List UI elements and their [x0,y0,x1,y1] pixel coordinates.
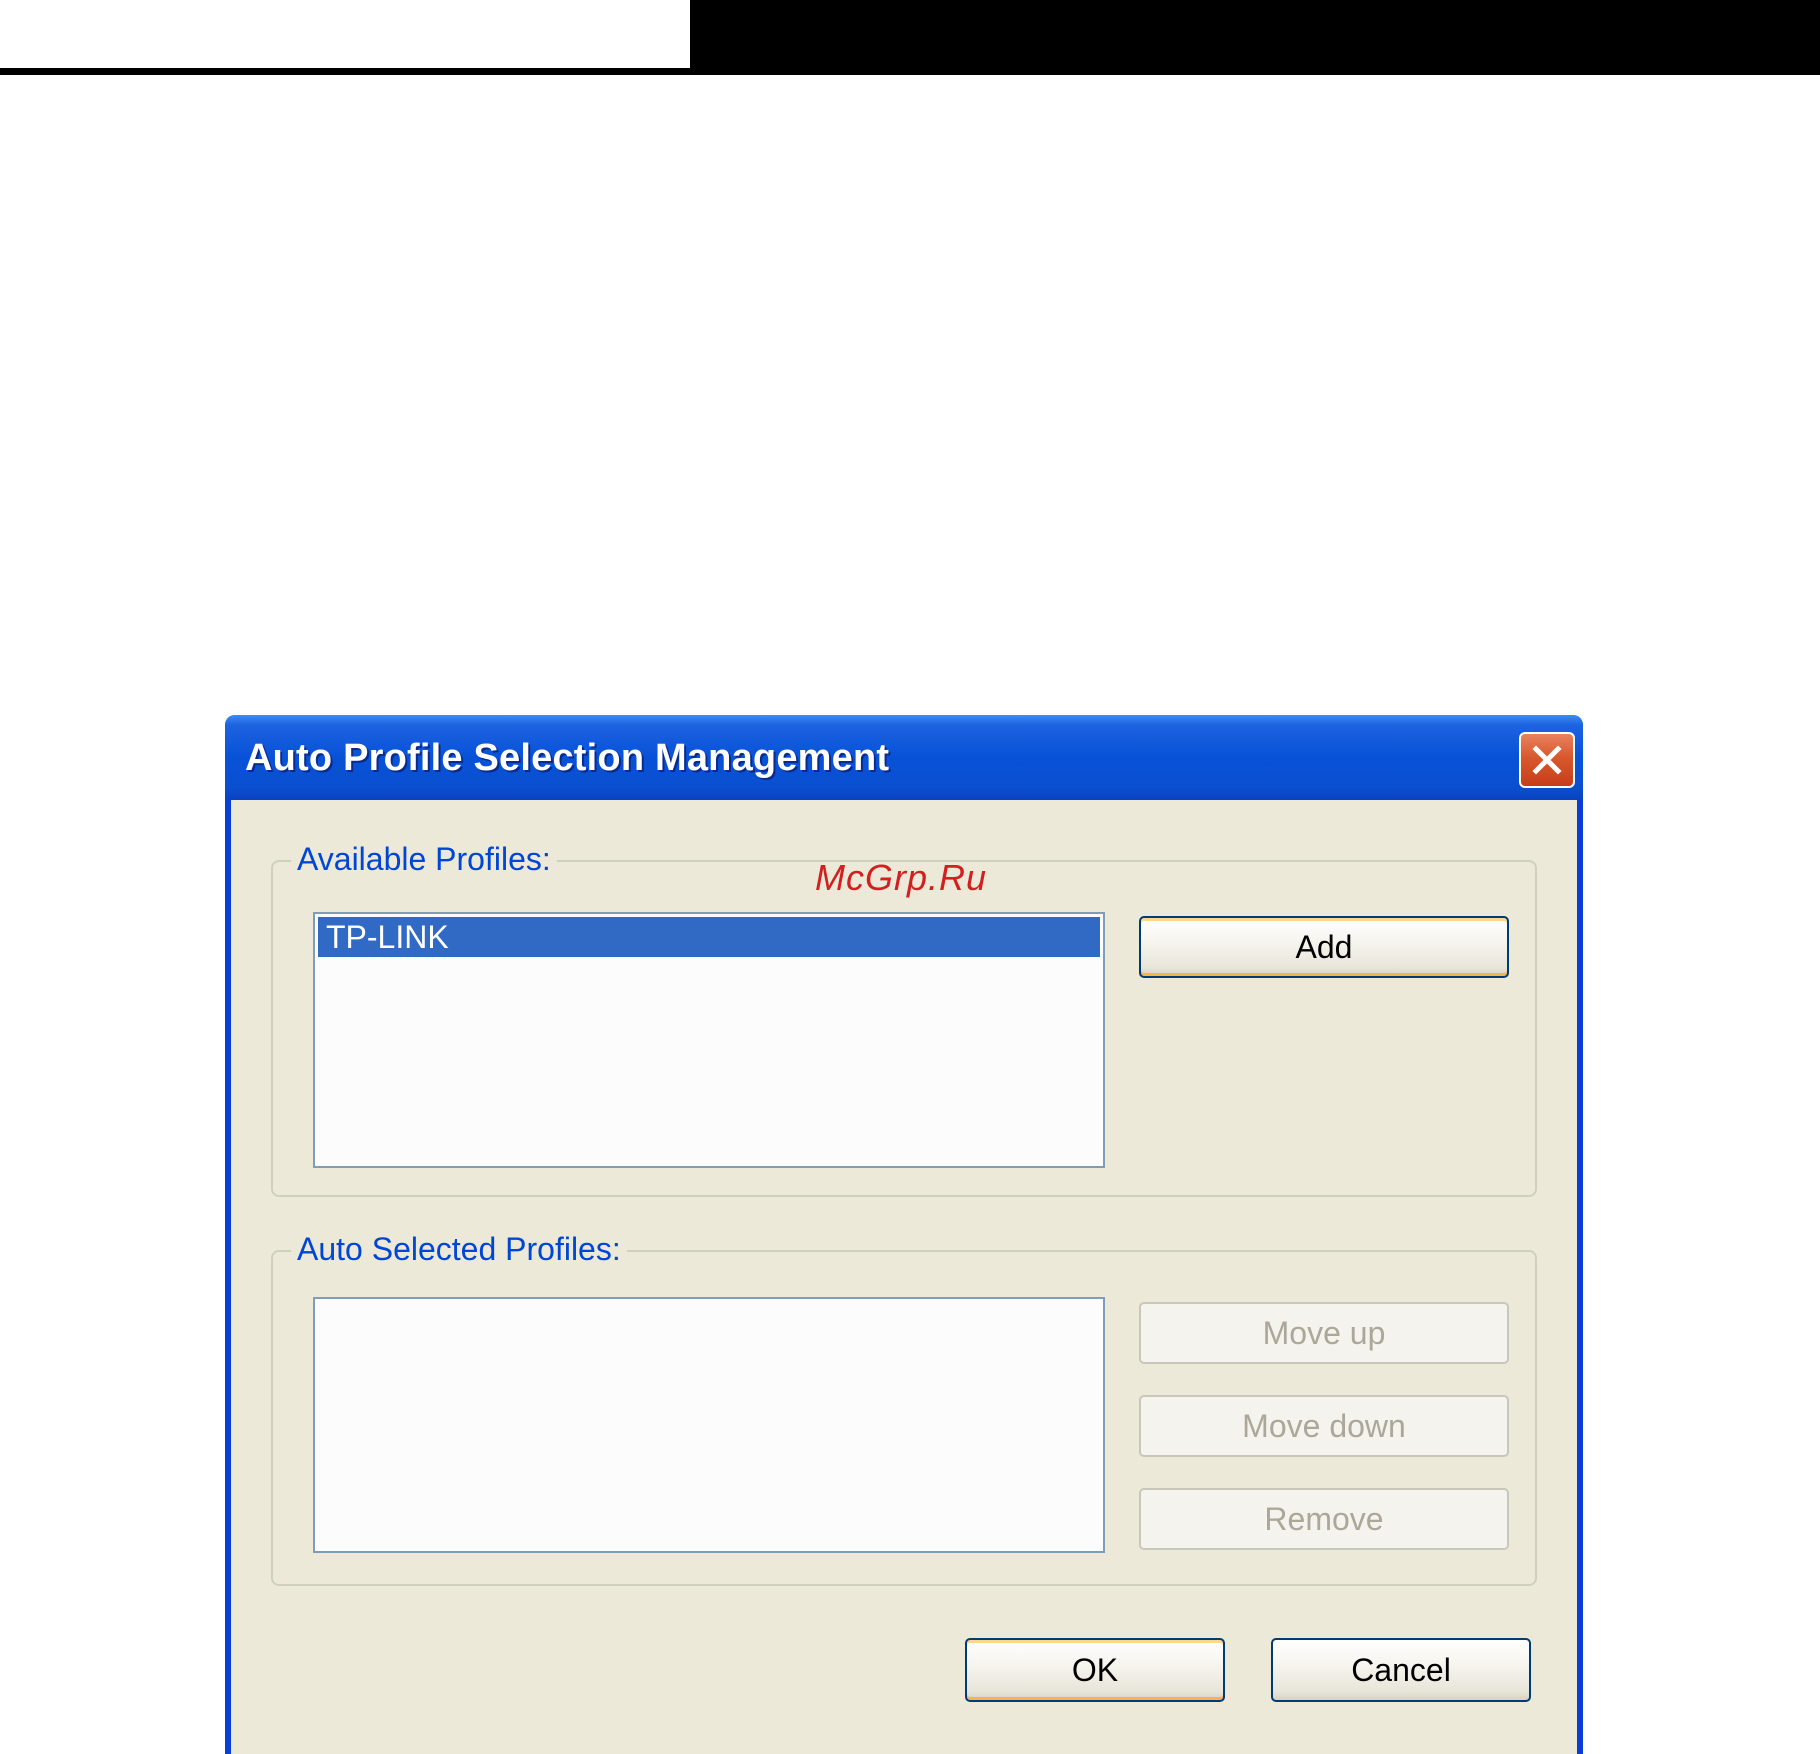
move-down-button[interactable]: Move down [1139,1395,1509,1457]
dialog-client-area: Available Profiles: TP-LINK Add Auto Sel… [231,800,1577,1754]
header-black-bar [690,0,1820,75]
auto-selected-profiles-list[interactable] [313,1297,1105,1553]
close-button[interactable] [1519,732,1575,788]
remove-button[interactable]: Remove [1139,1488,1509,1550]
dialog-title: Auto Profile Selection Management [245,737,890,779]
available-profiles-label: Available Profiles: [291,840,557,878]
move-up-button[interactable]: Move up [1139,1302,1509,1364]
ok-button[interactable]: OK [965,1638,1225,1702]
watermark-text: McGrp.Ru [815,857,988,898]
title-bar[interactable]: Auto Profile Selection Management [225,715,1583,800]
available-profiles-group: Available Profiles: TP-LINK Add [271,840,1537,1197]
header-rule [0,68,690,75]
list-item[interactable]: TP-LINK [318,917,1100,957]
cancel-button[interactable]: Cancel [1271,1638,1531,1702]
auto-selected-profiles-group: Auto Selected Profiles: Move up Move dow… [271,1230,1537,1586]
auto-selected-profiles-label: Auto Selected Profiles: [291,1230,627,1268]
available-profiles-list[interactable]: TP-LINK [313,912,1105,1168]
close-icon [1532,745,1562,775]
add-button[interactable]: Add [1139,916,1509,978]
